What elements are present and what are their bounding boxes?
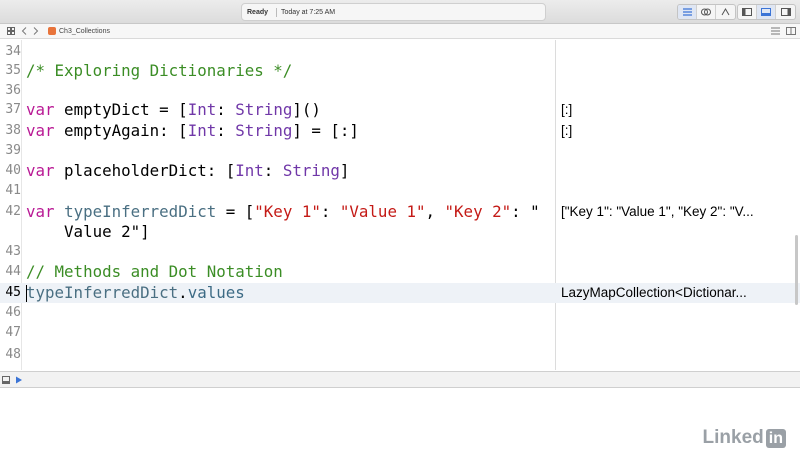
related-items-icon[interactable] xyxy=(4,24,18,39)
code-line: 34 xyxy=(0,42,800,62)
code-text: var typeInferredDict = ["Key 1": "Value … xyxy=(26,202,540,241)
playground-icon xyxy=(48,27,56,35)
vertical-scrollbar[interactable] xyxy=(795,235,798,305)
watermark-brand: Linked xyxy=(702,427,764,448)
issues-icon[interactable] xyxy=(771,27,780,37)
debug-area-toggle-icon[interactable] xyxy=(757,5,776,19)
view-toggle-segment xyxy=(737,4,796,20)
linkedin-watermark: Linked in xyxy=(703,427,786,449)
code-line: 44 // Methods and Dot Notation xyxy=(0,262,800,282)
code-line: 40 var placeholderDict: [Int: String] xyxy=(0,161,800,181)
code-text: typeInferredDict.values xyxy=(26,283,245,302)
add-editor-icon[interactable] xyxy=(786,26,796,37)
status-separator xyxy=(276,7,278,17)
utilities-toggle-icon[interactable] xyxy=(776,5,795,19)
result-value[interactable]: [:] xyxy=(561,121,793,141)
standard-editor-icon[interactable] xyxy=(678,5,697,19)
code-text: // Methods and Dot Notation xyxy=(26,262,283,281)
code-text: var placeholderDict: [Int: String] xyxy=(26,161,350,180)
code-line: 47 xyxy=(0,323,800,343)
line-number: 46 xyxy=(5,305,21,320)
line-number: 37 xyxy=(5,102,21,117)
back-arrow-icon[interactable] xyxy=(18,24,30,39)
code-line: 42 var typeInferredDict = ["Key 1": "Val… xyxy=(0,202,800,242)
line-number: 42 xyxy=(5,204,21,219)
activity-viewer: Ready Today at 7:25 AM xyxy=(241,3,546,21)
line-number: 38 xyxy=(5,123,21,138)
result-value[interactable]: LazyMapCollection<Dictionar... xyxy=(561,283,793,303)
code-line: 48 xyxy=(0,345,800,365)
code-line-active: 45 typeInferredDict.values LazyMapCollec… xyxy=(0,283,800,303)
source-editor[interactable]: 34 35 /* Exploring Dictionaries */ 36 37… xyxy=(0,40,800,370)
line-number: 39 xyxy=(5,143,21,158)
breadcrumb-file: Ch3_Collections xyxy=(59,27,110,35)
breadcrumb[interactable]: Ch3_Collections xyxy=(48,27,110,35)
code-line: 37 var emptyDict = [Int: String]() [:] xyxy=(0,100,800,120)
code-line: 39 xyxy=(0,141,800,161)
window-toolbar: Ready Today at 7:25 AM xyxy=(0,0,800,24)
hide-debug-area-icon[interactable] xyxy=(2,371,10,389)
line-number: 44 xyxy=(5,264,21,279)
line-number: 36 xyxy=(5,83,21,98)
console-area[interactable]: Linked in xyxy=(0,388,800,461)
build-status: Ready xyxy=(247,8,269,16)
navigator-toggle-icon[interactable] xyxy=(738,5,757,19)
line-number: 41 xyxy=(5,183,21,198)
assistant-editor-icon[interactable] xyxy=(697,5,716,19)
code-line: 46 xyxy=(0,303,800,323)
code-line: 38 var emptyAgain: [Int: String] = [:] [… xyxy=(0,121,800,141)
editor-mode-segment xyxy=(677,4,736,20)
debug-bar xyxy=(0,371,800,388)
status-timestamp: Today at 7:25 AM xyxy=(281,8,336,16)
code-text: var emptyDict = [Int: String]() xyxy=(26,100,321,119)
code-text: /* Exploring Dictionaries */ xyxy=(26,61,293,80)
line-number: 34 xyxy=(5,44,21,59)
code-line: 41 xyxy=(0,181,800,201)
version-editor-icon[interactable] xyxy=(716,5,735,19)
line-number: 43 xyxy=(5,244,21,259)
line-number: 45 xyxy=(5,285,21,300)
jump-bar: Ch3_Collections xyxy=(0,24,800,39)
watermark-in-badge: in xyxy=(765,428,786,448)
code-line: 35 /* Exploring Dictionaries */ xyxy=(0,61,800,81)
code-text: var emptyAgain: [Int: String] = [:] xyxy=(26,121,359,140)
line-number: 40 xyxy=(5,163,21,178)
line-number: 35 xyxy=(5,63,21,78)
code-line: 36 xyxy=(0,81,800,101)
run-playground-icon[interactable] xyxy=(15,371,23,389)
jumpbar-right-controls xyxy=(771,24,796,39)
code-line: 43 xyxy=(0,242,800,262)
result-value[interactable]: [:] xyxy=(561,100,793,120)
line-number: 47 xyxy=(5,325,21,340)
forward-arrow-icon[interactable] xyxy=(30,24,42,39)
result-value[interactable]: ["Key 1": "Value 1", "Key 2": "V... xyxy=(561,202,793,222)
line-number: 48 xyxy=(5,347,21,362)
